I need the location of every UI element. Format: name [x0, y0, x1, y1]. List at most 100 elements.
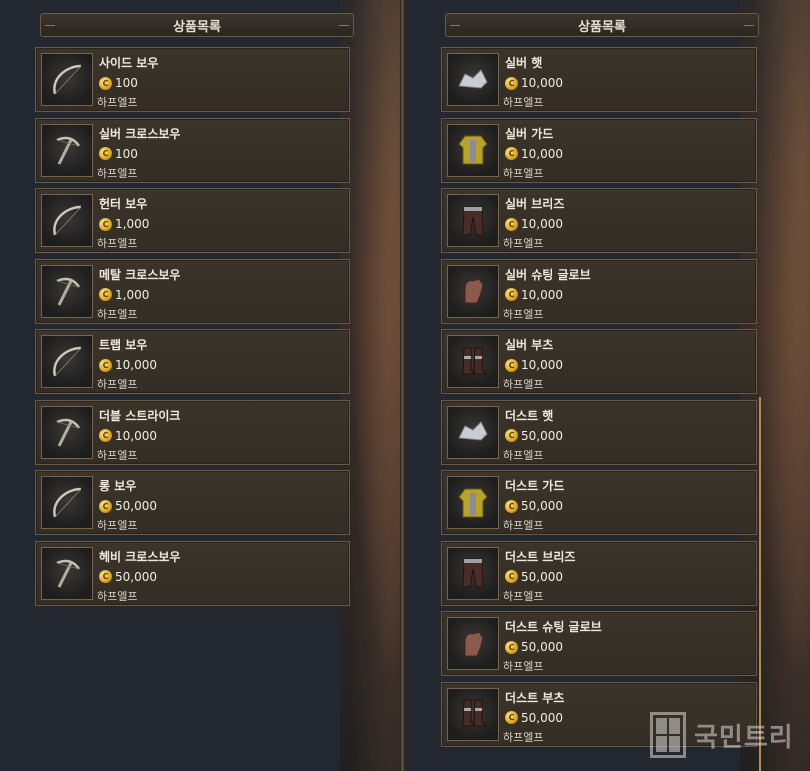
watermark-logo: [650, 712, 686, 758]
item-thumbnail: [447, 194, 499, 247]
item-name: 헤비 크로스보우: [99, 549, 181, 564]
item-price-row: C 10,000: [505, 288, 563, 302]
armor-icon: [458, 135, 488, 165]
item-seller: 하프엘프: [97, 237, 138, 250]
item-price: 10,000: [521, 358, 563, 372]
item-price: 1,000: [115, 287, 150, 302]
item-seller: 하프엘프: [503, 237, 544, 250]
product-item[interactable]: 더스트 브리즈 C 50,000 하프엘프: [441, 540, 757, 606]
item-name: 실버 햇: [505, 56, 543, 70]
item-price-row: C 10,000: [505, 76, 563, 90]
item-seller: 하프엘프: [503, 448, 544, 462]
bow-icon: [53, 346, 82, 376]
product-item[interactable]: 실버 부츠 C 10,000 하프엘프: [441, 329, 757, 394]
crossbow-icon: [56, 277, 81, 306]
product-list-header: 상품목록: [445, 13, 759, 37]
item-seller: 하프엘프: [97, 519, 138, 532]
item-name: 더스트 햇: [505, 408, 554, 423]
item-thumbnail: [41, 194, 93, 247]
item-name: 실버 슈팅 글로브: [505, 267, 591, 282]
coin-icon: C: [505, 640, 518, 654]
item-thumbnail: [447, 687, 499, 741]
item-name: 사이드 보우: [99, 56, 159, 70]
product-item[interactable]: 실버 크로스보우 C 100 하프엘프: [35, 117, 350, 183]
item-thumbnail: [41, 335, 93, 388]
item-thumbnail: [447, 123, 499, 177]
coin-icon: C: [505, 358, 518, 372]
coin-icon: C: [99, 217, 112, 231]
coin-icon: C: [99, 358, 112, 372]
item-seller: 하프엘프: [97, 589, 138, 603]
item-price-row: C 50,000: [505, 499, 563, 513]
product-item[interactable]: 더블 스트라이크 C 10,000 하프엘프: [35, 399, 350, 465]
item-price: 50,000: [521, 499, 563, 513]
item-price-row: C 50,000: [505, 429, 563, 443]
item-name: 더블 스트라이크: [99, 408, 181, 423]
coin-icon: C: [505, 429, 518, 442]
pants-icon: [462, 206, 484, 235]
item-price: 10,000: [115, 428, 157, 443]
item-price-row: C 50,000: [505, 640, 563, 654]
hat-icon: [458, 421, 488, 441]
armor-icon: [458, 488, 488, 517]
item-price-row: C 50,000: [505, 570, 563, 584]
item-price-row: C 50,000: [99, 499, 157, 513]
coin-icon: C: [505, 217, 518, 231]
coin-icon: C: [99, 76, 112, 90]
pants-icon: [462, 558, 484, 588]
product-item[interactable]: 메탈 크로스보우 C 1,000 하프엘프: [35, 258, 350, 324]
item-price: 10,000: [521, 76, 563, 90]
item-price: 1,000: [115, 217, 150, 231]
item-price-row: C 10,000: [505, 358, 563, 372]
crossbow-icon: [56, 418, 81, 447]
item-name: 실버 크로스보우: [99, 126, 181, 141]
item-seller: 하프엘프: [97, 448, 138, 462]
boots-icon: [462, 347, 488, 374]
item-price-row: C 10,000: [99, 429, 157, 443]
item-name: 실버 부츠: [505, 338, 554, 352]
product-list: 실버 햇 C 10,000 하프엘프 실버 가드 C 10,000 하프엘프 실버 브리즈 C 10…: [441, 47, 757, 752]
item-thumbnail: [447, 335, 499, 388]
item-seller: 하프엘프: [503, 660, 544, 673]
item-seller: 하프엘프: [503, 96, 544, 109]
item-price: 10,000: [115, 358, 157, 372]
item-seller: 하프엘프: [97, 166, 138, 180]
product-item[interactable]: 실버 햇 C 10,000 하프엘프: [441, 47, 757, 112]
product-list: 사이드 보우 C 100 하프엘프 실버 크로스보우 C 100 하프엘프 헌터 보우 C 1,00…: [35, 47, 350, 611]
item-price: 10,000: [521, 287, 563, 302]
product-item[interactable]: 사이드 보우 C 100 하프엘프: [35, 47, 350, 112]
item-seller: 하프엘프: [503, 378, 544, 391]
item-name: 더스트 브리즈: [505, 549, 576, 564]
item-seller: 하프엘프: [97, 96, 138, 109]
product-item[interactable]: 헤비 크로스보우 C 50,000 하프엘프: [35, 540, 350, 606]
item-name: 실버 가드: [505, 126, 554, 141]
product-item[interactable]: 트랩 보우 C 10,000 하프엘프: [35, 329, 350, 394]
coin-icon: C: [505, 570, 518, 583]
item-thumbnail: [447, 405, 499, 459]
product-item[interactable]: 실버 브리즈 C 10,000 하프엘프: [441, 188, 757, 253]
item-thumbnail: [447, 264, 499, 318]
crossbow-icon: [56, 559, 81, 588]
item-price: 50,000: [521, 428, 563, 443]
item-price-row: C 50,000: [505, 711, 563, 725]
item-price: 50,000: [115, 569, 157, 584]
item-thumbnail: [41, 53, 93, 106]
product-item[interactable]: 더스트 가드 C 50,000 하프엘프: [441, 470, 757, 535]
coin-icon: C: [505, 711, 518, 724]
item-seller: 하프엘프: [503, 730, 544, 744]
product-item[interactable]: 더스트 햇 C 50,000 하프엘프: [441, 399, 757, 465]
crossbow-icon: [56, 136, 81, 165]
item-thumbnail: [447, 617, 499, 670]
product-item[interactable]: 실버 슈팅 글로브 C 10,000 하프엘프: [441, 258, 757, 324]
item-name: 메탈 크로스보우: [99, 267, 181, 282]
shop-panel-left: 상품목록 사이드 보우 C 100 하프엘프 실버 크로스보우 C 100 하프엘프 헌터 보우…: [0, 0, 400, 771]
item-price-row: C 10,000: [505, 147, 563, 161]
product-item[interactable]: 롱 보우 C 50,000 하프엘프: [35, 470, 350, 535]
item-seller: 하프엘프: [97, 378, 138, 391]
watermark: 국민트리: [650, 712, 794, 758]
item-price: 100: [115, 146, 138, 161]
product-item[interactable]: 실버 가드 C 10,000 하프엘프: [441, 117, 757, 183]
item-thumbnail: [41, 546, 93, 600]
product-item[interactable]: 헌터 보우 C 1,000 하프엘프: [35, 188, 350, 253]
product-item[interactable]: 더스트 슈팅 글로브 C 50,000 하프엘프: [441, 611, 757, 676]
